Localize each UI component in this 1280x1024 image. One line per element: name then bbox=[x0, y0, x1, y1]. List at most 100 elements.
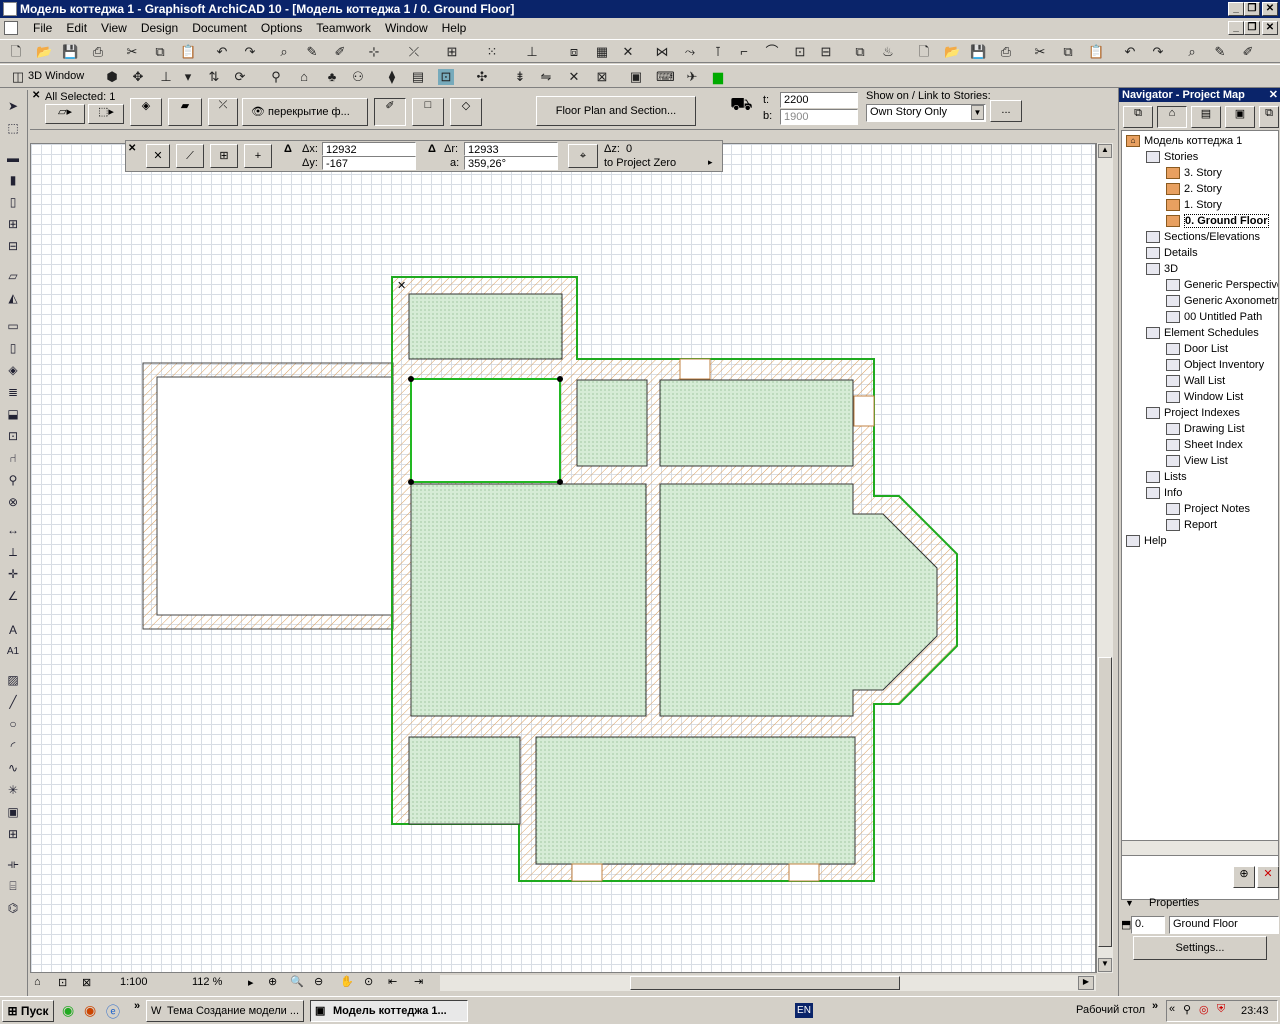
print-2-icon[interactable]: ⎙ bbox=[998, 44, 1014, 60]
library-tool-icon[interactable]: ⊡ bbox=[4, 428, 22, 444]
zoom-window-icon[interactable]: ⊡ bbox=[58, 976, 67, 989]
find-icon[interactable]: ⌕ bbox=[276, 44, 292, 60]
tray-shield-icon[interactable]: ⛨ bbox=[1217, 1003, 1225, 1016]
circle-tool-icon[interactable]: ○ bbox=[4, 716, 22, 732]
publisher-icon[interactable]: ▣ bbox=[1225, 106, 1255, 128]
story-name-field[interactable]: Ground Floor bbox=[1169, 916, 1279, 934]
tree-item[interactable]: 0. Ground Floor bbox=[1166, 214, 1269, 228]
tree-item[interactable]: Drawing List bbox=[1166, 422, 1245, 436]
menu-options[interactable]: Options bbox=[254, 18, 309, 38]
view3d-button[interactable]: 3D Window bbox=[28, 70, 84, 82]
menu-teamwork[interactable]: Teamwork bbox=[309, 18, 378, 38]
menu-window[interactable]: Window bbox=[378, 18, 435, 38]
navigator-preview-icon[interactable]: ⌂ bbox=[34, 976, 41, 988]
doc-restore-icon[interactable]: ❐ bbox=[1244, 21, 1260, 35]
column-tool-icon[interactable]: ▮ bbox=[4, 172, 22, 188]
grid-element-icon[interactable]: ⊗ bbox=[4, 494, 22, 510]
square-icon[interactable]: □ bbox=[412, 98, 444, 126]
home-icon[interactable]: ⌂ bbox=[296, 69, 312, 85]
selection-handle[interactable] bbox=[408, 376, 414, 382]
menu-document[interactable]: Document bbox=[185, 18, 254, 38]
tree-item[interactable]: Generic Axonometry bbox=[1166, 294, 1278, 308]
marquee-tool-icon[interactable]: ⬚ bbox=[4, 120, 22, 136]
undo-icon[interactable]: ↶ bbox=[214, 44, 230, 60]
drawing-tool-icon[interactable]: ⊞ bbox=[4, 826, 22, 842]
taskbar-item-word[interactable]: W Тема Создание модели ... bbox=[146, 1000, 304, 1022]
multiply-icon[interactable]: ⊠ bbox=[594, 69, 610, 85]
zoom-in-icon[interactable]: ⊕ bbox=[268, 975, 277, 988]
view3d-icon[interactable]: ◫ bbox=[10, 69, 26, 85]
open-icon[interactable]: 📂 bbox=[36, 44, 52, 60]
desktop-more-icon[interactable]: » bbox=[1152, 1000, 1158, 1012]
tree-item[interactable]: Sections/Elevations bbox=[1146, 230, 1260, 244]
print-icon[interactable]: ⎙ bbox=[90, 44, 106, 60]
mirror-icon[interactable]: ⇋ bbox=[538, 69, 554, 85]
minimize-icon[interactable]: _ bbox=[1228, 2, 1244, 16]
camera2-icon[interactable]: ⌨ bbox=[656, 69, 675, 85]
pillar-tool-icon[interactable]: ▯ bbox=[4, 340, 22, 356]
syringe-2-icon[interactable]: ✐ bbox=[1240, 44, 1256, 60]
selected-slab[interactable] bbox=[410, 378, 561, 483]
cut-2-icon[interactable]: ✂ bbox=[1032, 44, 1048, 60]
terrace-outline[interactable] bbox=[142, 362, 394, 630]
tree-item[interactable]: 3. Story bbox=[1166, 166, 1222, 180]
menu-file[interactable]: File bbox=[26, 18, 59, 38]
room-small-center[interactable] bbox=[576, 379, 648, 467]
selection-handle[interactable] bbox=[557, 479, 563, 485]
window-tool-icon[interactable]: ⊞ bbox=[4, 216, 22, 232]
tree-horizontal-scrollbar[interactable] bbox=[1121, 840, 1279, 856]
menu-view[interactable]: View bbox=[94, 18, 134, 38]
camera-tool-icon[interactable]: ⌬ bbox=[4, 900, 22, 916]
rotate-icon[interactable]: ✕ bbox=[566, 69, 582, 85]
view-map-icon[interactable]: ⌂ bbox=[1157, 106, 1187, 128]
tree-item[interactable]: Info bbox=[1146, 486, 1182, 500]
paste-2-icon[interactable]: 📋 bbox=[1088, 44, 1104, 60]
axes-icon[interactable]: ⊥ bbox=[158, 69, 174, 85]
syringe-icon[interactable]: ✐ bbox=[332, 44, 348, 60]
elevation-tool-icon[interactable]: ⌸ bbox=[4, 878, 22, 894]
organizer-icon[interactable]: ⧉ bbox=[1259, 106, 1279, 128]
story-number-field[interactable]: 0. bbox=[1131, 916, 1165, 934]
ie-icon[interactable]: ⓔ bbox=[106, 1002, 120, 1022]
selection-handle[interactable] bbox=[557, 376, 563, 382]
redo-icon[interactable]: ↷ bbox=[242, 44, 258, 60]
tree-item[interactable]: Report bbox=[1166, 518, 1217, 532]
tree-item[interactable]: Object Inventory bbox=[1166, 358, 1264, 372]
fly-icon[interactable]: ✈ bbox=[684, 69, 700, 85]
t-field[interactable]: 2200 bbox=[780, 92, 858, 108]
trace-icon[interactable]: ⧈ bbox=[566, 44, 582, 60]
cube-icon[interactable]: ⬢ bbox=[104, 69, 120, 85]
room-bottom-left[interactable] bbox=[408, 736, 521, 825]
dx-field[interactable]: 12932 bbox=[322, 142, 416, 156]
zoom-search-icon[interactable]: 🔍 bbox=[290, 975, 304, 988]
horizontal-scrollbar[interactable]: ▶ bbox=[440, 975, 1096, 991]
vertical-scroll-thumb[interactable] bbox=[1098, 657, 1112, 947]
tray-antivirus-icon[interactable]: ◎ bbox=[1199, 1003, 1209, 1016]
tree-item[interactable]: Details bbox=[1146, 246, 1198, 260]
walk-icon[interactable]: ⇅ bbox=[206, 69, 222, 85]
intersect-icon[interactable]: ⌐ bbox=[736, 44, 752, 60]
document-icon[interactable] bbox=[4, 21, 18, 35]
window-opening[interactable] bbox=[853, 395, 875, 427]
navigator-close-icon[interactable]: ✕ bbox=[1269, 88, 1278, 102]
offset-icon[interactable]: + bbox=[244, 144, 272, 168]
scale-value[interactable]: 1:100 bbox=[120, 976, 148, 988]
new-2-icon[interactable]: 🗋 bbox=[916, 44, 932, 60]
layer-icon[interactable]: ⧫ bbox=[384, 69, 400, 85]
next-zoom-icon[interactable]: ⇥ bbox=[414, 975, 423, 988]
chair-tool-icon[interactable]: ⑁ bbox=[4, 450, 22, 466]
window-opening[interactable] bbox=[679, 358, 711, 380]
object-tool-icon[interactable]: ⊟ bbox=[4, 238, 22, 254]
save-2-icon[interactable]: 💾 bbox=[970, 44, 986, 60]
slab-tool-icon[interactable]: ▱ bbox=[4, 268, 22, 284]
zoom-value[interactable]: 112 % bbox=[192, 976, 222, 988]
radial-dim-icon[interactable]: ✛ bbox=[4, 566, 22, 582]
tree-item[interactable]: Element Schedules bbox=[1146, 326, 1259, 340]
project-map-icon[interactable]: ⧉ bbox=[1123, 106, 1153, 128]
settings-button[interactable]: Settings... bbox=[1133, 936, 1267, 960]
fill-tool-icon[interactable]: ▨ bbox=[4, 672, 22, 688]
move-icon[interactable]: ✣ bbox=[474, 69, 490, 85]
undo-2-icon[interactable]: ↶ bbox=[1122, 44, 1138, 60]
copy-2-icon[interactable]: ⧉ bbox=[1060, 44, 1076, 60]
elevation-icon[interactable]: ⌖ bbox=[568, 144, 598, 168]
